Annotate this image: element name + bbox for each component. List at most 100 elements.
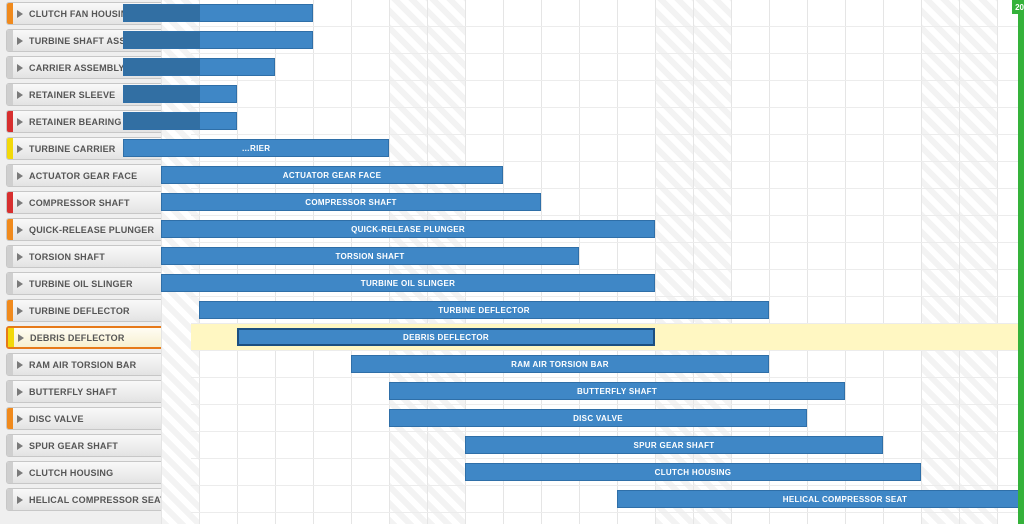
task-label: QUICK-RELEASE PLUNGER [29, 225, 154, 235]
task-card-turbine-deflector[interactable]: TURBINE DEFLECTOR [6, 299, 187, 322]
task-color-chip [7, 165, 13, 186]
gantt-bar-clutch-housing[interactable]: CLUTCH HOUSING [465, 463, 921, 481]
expand-icon[interactable] [17, 10, 23, 18]
timeline-row: BUTTERFLY SHAFT [191, 378, 1024, 405]
expand-icon[interactable] [17, 226, 23, 234]
gantt-bar-butterfly-shaft[interactable]: BUTTERFLY SHAFT [389, 382, 845, 400]
gantt-bar-label: TURBINE OIL SLINGER [357, 279, 459, 288]
expand-icon[interactable] [17, 442, 23, 450]
expand-icon[interactable] [17, 307, 23, 315]
gantt-bar-clutch-fan-housing[interactable] [123, 4, 313, 22]
timeline-row [191, 108, 1024, 135]
expand-icon[interactable] [17, 280, 23, 288]
task-card-torsion-shaft[interactable]: TORSION SHAFT [6, 245, 187, 268]
gantt-bar-label: CLUTCH HOUSING [651, 468, 736, 477]
task-color-chip [7, 111, 13, 132]
expand-icon[interactable] [17, 145, 23, 153]
task-color-chip [7, 354, 13, 375]
expand-icon[interactable] [17, 91, 23, 99]
gantt-bar-label: HELICAL COMPRESSOR SEAT [779, 495, 911, 504]
gantt-bar-progress [124, 5, 200, 21]
task-color-chip [7, 381, 13, 402]
task-card-clutch-housing[interactable]: CLUTCH HOUSING [6, 461, 187, 484]
task-label: ACTUATOR GEAR FACE [29, 171, 137, 181]
gantt-bar-ram-air-torsion-bar[interactable]: RAM AIR TORSION BAR [351, 355, 769, 373]
task-card-actuator-gear-face[interactable]: ACTUATOR GEAR FACE [6, 164, 187, 187]
expand-icon[interactable] [17, 388, 23, 396]
gantt-bar-compressor-shaft[interactable]: COMPRESSOR SHAFT [161, 193, 541, 211]
gantt-bar-label: ACTUATOR GEAR FACE [279, 171, 385, 180]
gantt-bar-progress [124, 32, 200, 48]
timeline-row [191, 54, 1024, 81]
expand-icon[interactable] [17, 361, 23, 369]
task-color-chip [7, 192, 13, 213]
task-color-chip [7, 300, 13, 321]
expand-icon[interactable] [17, 64, 23, 72]
task-card-turbine-oil-slinger[interactable]: TURBINE OIL SLINGER [6, 272, 187, 295]
gantt-bar-retainer-sleeve[interactable] [123, 85, 237, 103]
gantt-bar-label: BUTTERFLY SHAFT [573, 387, 661, 396]
timeline-row: CLUTCH HOUSING [191, 459, 1024, 486]
timeline-row: TURBINE DEFLECTOR [191, 297, 1024, 324]
timeline-rows: …RIERACTUATOR GEAR FACECOMPRESSOR SHAFTQ… [191, 0, 1024, 513]
gantt-bar-actuator-gear-face[interactable]: ACTUATOR GEAR FACE [161, 166, 503, 184]
gantt-bar-label: …RIER [238, 144, 275, 153]
gantt-bar-turbine-carrier[interactable]: …RIER [123, 139, 389, 157]
task-card-ram-air-torsion-bar[interactable]: RAM AIR TORSION BAR [6, 353, 187, 376]
task-label: TORSION SHAFT [29, 252, 105, 262]
gantt-bar-helical-compressor-seat[interactable]: HELICAL COMPRESSOR SEAT [617, 490, 1024, 508]
task-card-disc-valve[interactable]: DISC VALVE [6, 407, 187, 430]
expand-icon[interactable] [17, 415, 23, 423]
task-color-chip [7, 30, 13, 51]
gantt-bar-carrier-assembly[interactable] [123, 58, 275, 76]
task-label: RAM AIR TORSION BAR [29, 360, 136, 370]
task-color-chip [7, 435, 13, 456]
timeline-row: TURBINE OIL SLINGER [191, 270, 1024, 297]
gantt-app: CLUTCH FAN HOUSINGTURBINE SHAFT ASSEMBLY… [0, 0, 1024, 524]
task-card-helical-compressor-seat[interactable]: HELICAL COMPRESSOR SEAT [6, 488, 187, 511]
expand-icon[interactable] [17, 253, 23, 261]
task-color-chip [7, 219, 13, 240]
timeline[interactable]: SUN4MON5TUE6WED7THU8FRI9SAT10SUN11MON12T… [191, 0, 1024, 524]
task-label: DEBRIS DEFLECTOR [30, 333, 125, 343]
task-card-quick-release-plunger[interactable]: QUICK-RELEASE PLUNGER [6, 218, 187, 241]
expand-icon[interactable] [17, 172, 23, 180]
gantt-bar-debris-deflector[interactable]: DEBRIS DEFLECTOR [237, 328, 655, 346]
timeline-row: TORSION SHAFT [191, 243, 1024, 270]
task-color-chip [7, 57, 13, 78]
gantt-bar-retainer-bearing[interactable] [123, 112, 237, 130]
gantt-bar-spur-gear-shaft[interactable]: SPUR GEAR SHAFT [465, 436, 883, 454]
task-color-chip [7, 138, 13, 159]
expand-icon[interactable] [17, 199, 23, 207]
gantt-bar-label: SPUR GEAR SHAFT [630, 441, 719, 450]
task-label: TURBINE CARRIER [29, 144, 116, 154]
timeline-row [191, 27, 1024, 54]
gantt-bar-torsion-shaft[interactable]: TORSION SHAFT [161, 247, 579, 265]
gantt-bar-turbine-oil-slinger[interactable]: TURBINE OIL SLINGER [161, 274, 655, 292]
gantt-bar-quick-release-plunger[interactable]: QUICK-RELEASE PLUNGER [161, 220, 655, 238]
task-color-chip [7, 3, 13, 24]
task-card-butterfly-shaft[interactable]: BUTTERFLY SHAFT [6, 380, 187, 403]
gantt-bar-turbine-deflector[interactable]: TURBINE DEFLECTOR [199, 301, 769, 319]
task-card-compressor-shaft[interactable]: COMPRESSOR SHAFT [6, 191, 187, 214]
expand-icon[interactable] [18, 334, 24, 342]
expand-icon[interactable] [17, 469, 23, 477]
gantt-bar-label: TORSION SHAFT [331, 252, 408, 261]
task-color-chip [7, 246, 13, 267]
gantt-bar-turbine-shaft-assembly[interactable] [123, 31, 313, 49]
task-card-debris-deflector[interactable]: DEBRIS DEFLECTOR [6, 326, 187, 349]
expand-icon[interactable] [17, 37, 23, 45]
task-label: DISC VALVE [29, 414, 84, 424]
gantt-bar-progress [124, 59, 200, 75]
gantt-bar-label: DISC VALVE [569, 414, 627, 423]
expand-icon[interactable] [17, 496, 23, 504]
timeline-row [191, 81, 1024, 108]
task-card-spur-gear-shaft[interactable]: SPUR GEAR SHAFT [6, 434, 187, 457]
task-label: CLUTCH HOUSING [29, 468, 113, 478]
gantt-bar-disc-valve[interactable]: DISC VALVE [389, 409, 807, 427]
task-label: COMPRESSOR SHAFT [29, 198, 130, 208]
task-label: BUTTERFLY SHAFT [29, 387, 117, 397]
expand-icon[interactable] [17, 118, 23, 126]
timeline-row: COMPRESSOR SHAFT [191, 189, 1024, 216]
task-label: RETAINER SLEEVE [29, 90, 115, 100]
